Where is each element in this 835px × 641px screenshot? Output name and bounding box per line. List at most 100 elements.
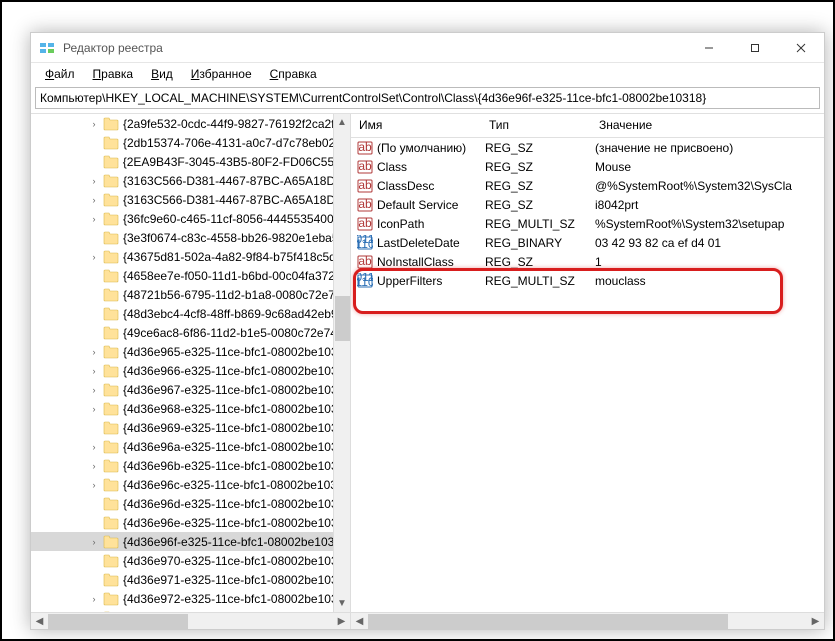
- cell-type: REG_MULTI_SZ: [485, 274, 595, 288]
- scroll-left-arrow[interactable]: ◀: [31, 613, 48, 630]
- tree-item-label: {36fc9e60-c465-11cf-8056-444553540000: [123, 212, 347, 226]
- tree-view[interactable]: ›{2a9fe532-0cdc-44f9-9827-76192f2ca2fb{2…: [31, 114, 350, 612]
- menu-view[interactable]: Вид: [143, 65, 181, 83]
- minimize-button[interactable]: [686, 33, 732, 62]
- tree-item[interactable]: ›{3163C566-D381-4467-87BC-A65A18D5B: [31, 190, 350, 209]
- regedit-window: Редактор реестра Файл Правка Вид Избранн…: [30, 32, 825, 630]
- expand-icon[interactable]: ›: [89, 480, 99, 490]
- scroll-thumb[interactable]: [368, 614, 728, 629]
- cell-value: 1: [595, 255, 824, 269]
- menu-file[interactable]: Файл: [37, 65, 83, 83]
- expand-icon[interactable]: ›: [89, 252, 99, 262]
- tree-item[interactable]: ›{4d36e967-e325-11ce-bfc1-08002be1031: [31, 380, 350, 399]
- expand-icon[interactable]: ›: [89, 366, 99, 376]
- string-value-icon: ab: [357, 197, 373, 213]
- expand-icon[interactable]: ›: [89, 119, 99, 129]
- tree-pane: ›{2a9fe532-0cdc-44f9-9827-76192f2ca2fb{2…: [31, 114, 351, 629]
- tree-item[interactable]: ›{4d36e96b-e325-11ce-bfc1-08002be1031: [31, 456, 350, 475]
- expand-icon[interactable]: ›: [89, 461, 99, 471]
- tree-item-label: {3e3f0674-c83c-4558-bb26-9820e1eba5c: [123, 231, 345, 245]
- string-value-icon: ab: [357, 159, 373, 175]
- expand-icon[interactable]: ›: [89, 404, 99, 414]
- tree-item[interactable]: {4d36e96e-e325-11ce-bfc1-08002be1031: [31, 513, 350, 532]
- scroll-right-arrow[interactable]: ▶: [807, 613, 824, 630]
- cell-name: IconPath: [377, 217, 485, 231]
- column-header-name[interactable]: Имя: [351, 114, 481, 137]
- tree-item-label: {4d36e972-e325-11ce-bfc1-08002be1031: [123, 592, 344, 606]
- expand-icon[interactable]: ›: [89, 537, 99, 547]
- tree-item-label: {4d36e969-e325-11ce-bfc1-08002be1031: [123, 421, 344, 435]
- list-horizontal-scrollbar[interactable]: ◀ ▶: [351, 612, 824, 629]
- list-row[interactable]: 011110LastDeleteDateREG_BINARY03 42 93 8…: [351, 233, 824, 252]
- list-view[interactable]: ab(По умолчанию)REG_SZ(значение не присв…: [351, 138, 824, 612]
- tree-item[interactable]: ›{2a9fe532-0cdc-44f9-9827-76192f2ca2fb: [31, 114, 350, 133]
- tree-item[interactable]: ›{4d36e96c-e325-11ce-bfc1-08002be1031: [31, 475, 350, 494]
- scroll-thumb[interactable]: [335, 296, 350, 341]
- column-header-type[interactable]: Тип: [481, 114, 591, 137]
- list-row[interactable]: abIconPathREG_MULTI_SZ%SystemRoot%\Syste…: [351, 214, 824, 233]
- list-row[interactable]: ab(По умолчанию)REG_SZ(значение не присв…: [351, 138, 824, 157]
- scroll-down-arrow[interactable]: ▼: [334, 595, 351, 612]
- tree-item[interactable]: ›{4d36e968-e325-11ce-bfc1-08002be1031: [31, 399, 350, 418]
- list-row[interactable]: abDefault ServiceREG_SZi8042prt: [351, 195, 824, 214]
- tree-item[interactable]: {4658ee7e-f050-11d1-b6bd-00c04fa372a: [31, 266, 350, 285]
- tree-item[interactable]: › {36fc9e60-c465-11cf-8056-444553540000: [31, 209, 350, 228]
- cell-name: NoInstallClass: [377, 255, 485, 269]
- column-header-value[interactable]: Значение: [591, 114, 824, 137]
- tree-vertical-scrollbar[interactable]: ▲ ▼: [333, 114, 350, 612]
- tree-item[interactable]: {3e3f0674-c83c-4558-bb26-9820e1eba5c: [31, 228, 350, 247]
- scroll-left-arrow[interactable]: ◀: [351, 613, 368, 630]
- scroll-up-arrow[interactable]: ▲: [334, 114, 351, 131]
- cell-type: REG_SZ: [485, 160, 595, 174]
- expand-icon[interactable]: ›: [89, 594, 99, 604]
- folder-icon: [103, 288, 119, 302]
- list-row[interactable]: 011110UpperFiltersREG_MULTI_SZmouclass: [351, 271, 824, 290]
- tree-item[interactable]: {2db15374-706e-4131-a0c7-d7c78eb0289: [31, 133, 350, 152]
- tree-item[interactable]: {4d36e96d-e325-11ce-bfc1-08002be1031: [31, 494, 350, 513]
- tree-item[interactable]: ›{3163C566-D381-4467-87BC-A65A18D5B: [31, 171, 350, 190]
- expand-icon[interactable]: ›: [89, 442, 99, 452]
- list-row[interactable]: abNoInstallClassREG_SZ1: [351, 252, 824, 271]
- expand-icon[interactable]: ›: [89, 176, 99, 186]
- expand-icon[interactable]: ›: [89, 347, 99, 357]
- folder-icon: [103, 174, 119, 188]
- maximize-button[interactable]: [732, 33, 778, 62]
- cell-name: Class: [377, 160, 485, 174]
- tree-item[interactable]: ›{4d36e966-e325-11ce-bfc1-08002be1031: [31, 361, 350, 380]
- cell-name: UpperFilters: [377, 274, 485, 288]
- cell-type: REG_SZ: [485, 255, 595, 269]
- address-bar[interactable]: Компьютер\HKEY_LOCAL_MACHINE\SYSTEM\Curr…: [35, 87, 820, 109]
- folder-icon: [103, 231, 119, 245]
- string-value-icon: ab: [357, 216, 373, 232]
- svg-text:ab: ab: [358, 178, 372, 192]
- tree-item[interactable]: ›{43675d81-502a-4a82-9f84-b75f418c5de: [31, 247, 350, 266]
- list-row[interactable]: abClassREG_SZMouse: [351, 157, 824, 176]
- tree-item[interactable]: {4d36e970-e325-11ce-bfc1-08002be1031: [31, 551, 350, 570]
- cell-type: REG_SZ: [485, 198, 595, 212]
- tree-item-label: {4d36e96f-e325-11ce-bfc1-08002be10318: [123, 535, 348, 549]
- close-button[interactable]: [778, 33, 824, 62]
- scroll-thumb[interactable]: [48, 614, 188, 629]
- list-row[interactable]: abClassDescREG_SZ@%SystemRoot%\System32\…: [351, 176, 824, 195]
- tree-item[interactable]: {2EA9B43F-3045-43B5-80F2-FD06C55FBE: [31, 152, 350, 171]
- tree-item[interactable]: › {4d36e96f-e325-11ce-bfc1-08002be10318: [31, 532, 350, 551]
- svg-text:ab: ab: [358, 197, 372, 211]
- expand-icon[interactable]: ›: [89, 385, 99, 395]
- menu-help[interactable]: Справка: [262, 65, 325, 83]
- tree-item[interactable]: › {4d36e972-e325-11ce-bfc1-08002be1031: [31, 589, 350, 608]
- tree-item[interactable]: ›{4d36e965-e325-11ce-bfc1-08002be1031: [31, 342, 350, 361]
- menu-favorites[interactable]: Избранное: [183, 65, 260, 83]
- cell-value: mouclass: [595, 274, 824, 288]
- menu-edit[interactable]: Правка: [85, 65, 142, 83]
- scroll-right-arrow[interactable]: ▶: [333, 613, 350, 630]
- tree-item[interactable]: {4d36e969-e325-11ce-bfc1-08002be1031: [31, 418, 350, 437]
- expand-icon[interactable]: ›: [89, 214, 99, 224]
- tree-item[interactable]: {48d3ebc4-4cf8-48ff-b869-9c68ad42eb9: [31, 304, 350, 323]
- tree-item-label: {4d36e96d-e325-11ce-bfc1-08002be1031: [123, 497, 344, 511]
- tree-horizontal-scrollbar[interactable]: ◀ ▶: [31, 612, 350, 629]
- tree-item[interactable]: {48721b56-6795-11d2-b1a8-0080c72e74a: [31, 285, 350, 304]
- expand-icon[interactable]: ›: [89, 195, 99, 205]
- tree-item[interactable]: {49ce6ac8-6f86-11d2-b1e5-0080c72e74a: [31, 323, 350, 342]
- tree-item[interactable]: ›{4d36e96a-e325-11ce-bfc1-08002be1031: [31, 437, 350, 456]
- tree-item[interactable]: {4d36e971-e325-11ce-bfc1-08002be1031: [31, 570, 350, 589]
